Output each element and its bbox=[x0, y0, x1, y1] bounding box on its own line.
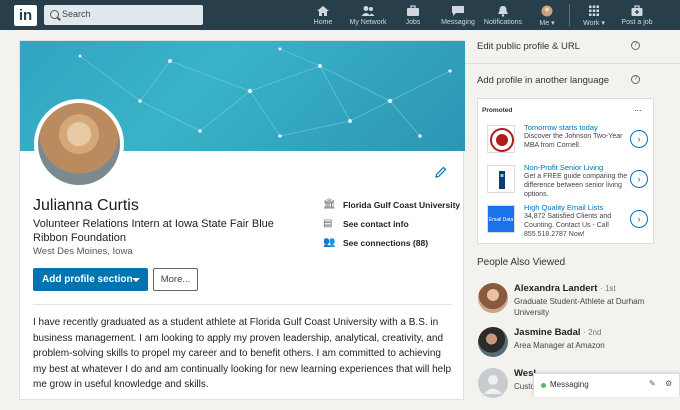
people-icon: 👥 bbox=[323, 237, 336, 248]
nav-divider bbox=[569, 4, 570, 26]
nav-jobs[interactable]: Jobs bbox=[400, 0, 426, 30]
promoted-more-button[interactable]: ... bbox=[634, 103, 642, 113]
ad-item[interactable]: Non-Profit Senior Living Get a FREE guid… bbox=[487, 163, 652, 199]
nav-me[interactable]: Me ▾ bbox=[536, 0, 558, 30]
nav-messaging-label: Messaging bbox=[441, 19, 475, 26]
compose-icon[interactable]: ✎ bbox=[649, 379, 656, 388]
building-icon bbox=[499, 171, 505, 189]
network-icon bbox=[361, 6, 375, 16]
nav-messaging[interactable]: Messaging bbox=[438, 0, 478, 30]
ad-body: Discover the Johnson Two-Year MBA from C… bbox=[524, 133, 623, 149]
school-link[interactable]: 🏛 Florida Gulf Coast University bbox=[323, 199, 460, 218]
messaging-label: Messaging bbox=[550, 380, 589, 389]
nav-home-label: Home bbox=[313, 19, 333, 26]
caret-down-icon bbox=[132, 278, 140, 282]
search-icon bbox=[50, 10, 59, 19]
global-nav: in Search Home My Network Jobs Messaging… bbox=[0, 0, 680, 30]
linkedin-logo[interactable]: in bbox=[14, 5, 37, 26]
nav-work[interactable]: Work ▾ bbox=[581, 0, 607, 30]
pencil-icon bbox=[435, 166, 447, 178]
profile-summary: I have recently graduated as a student a… bbox=[33, 317, 452, 390]
messaging-bar[interactable]: Messaging ✎ ⚙ bbox=[533, 373, 680, 397]
edit-public-profile-link[interactable]: Edit public profile & URL bbox=[477, 41, 580, 52]
search-placeholder: Search bbox=[62, 9, 91, 19]
nav-me-label: Me ▾ bbox=[539, 20, 555, 27]
chevron-right-icon[interactable]: › bbox=[630, 170, 648, 188]
nav-home[interactable]: Home bbox=[308, 0, 338, 30]
nav-post-job[interactable]: Post a job bbox=[616, 0, 658, 30]
edit-pencil-icon[interactable] bbox=[435, 166, 447, 178]
list-item[interactable]: Alexandra Landert · 1st Graduate Student… bbox=[477, 283, 677, 325]
chevron-right-icon[interactable]: › bbox=[630, 210, 648, 228]
chevron-right-icon[interactable]: › bbox=[630, 130, 648, 148]
people-also-viewed-title: People Also Viewed bbox=[477, 257, 566, 268]
profile-side-info: 🏛 Florida Gulf Coast University ▤ See co… bbox=[323, 199, 460, 256]
ad-body: Get a FREE guide comparing the differenc… bbox=[524, 173, 628, 198]
nav-notifications-label: Notifications bbox=[483, 19, 523, 26]
chevron-down-icon: ▾ bbox=[551, 20, 555, 27]
senior-living-logo bbox=[487, 165, 515, 193]
nav-jobs-label: Jobs bbox=[405, 19, 421, 26]
briefcase-icon bbox=[407, 5, 419, 16]
grid-icon bbox=[589, 5, 599, 16]
profile-headline: Volunteer Relations Intern at Iowa State… bbox=[33, 218, 274, 244]
email-lists-logo: Email Data bbox=[487, 205, 515, 233]
person-headline: Area Manager at Amazon bbox=[514, 341, 605, 350]
avatar bbox=[478, 327, 508, 357]
nav-network[interactable]: My Network bbox=[346, 0, 390, 30]
gear-icon[interactable]: ⚙ bbox=[665, 379, 672, 388]
avatar bbox=[478, 283, 508, 313]
add-language-profile-link[interactable]: Add profile in another language bbox=[477, 75, 609, 86]
nav-network-label: My Network bbox=[349, 19, 387, 26]
avatar-icon bbox=[541, 5, 553, 17]
add-profile-section-button[interactable]: Add profile section bbox=[33, 268, 148, 291]
person-name: Jasmine Badal · 2nd bbox=[514, 327, 602, 338]
connections-link[interactable]: 👥 See connections (88) bbox=[323, 237, 460, 256]
nav-post-job-label: Post a job bbox=[621, 19, 653, 26]
profile-location: West Des Moines, Iowa bbox=[33, 246, 133, 257]
briefcase-plus-icon bbox=[631, 5, 643, 16]
main-content: Julianna Curtis Volunteer Relations Inte… bbox=[0, 30, 680, 400]
promoted-box: Promoted ... Tomorrow starts today Disco… bbox=[477, 98, 654, 244]
ad-item[interactable]: Tomorrow starts today Discover the Johns… bbox=[487, 123, 652, 159]
chevron-down-icon: ▾ bbox=[601, 20, 605, 27]
contact-info-link[interactable]: ▤ See contact info bbox=[323, 218, 460, 237]
seal-icon bbox=[490, 128, 514, 152]
ad-title: Tomorrow starts today bbox=[524, 123, 598, 132]
ad-title: Non-Profit Senior Living bbox=[524, 163, 604, 172]
nav-work-label: Work ▾ bbox=[583, 20, 605, 27]
profile-name: Julianna Curtis bbox=[33, 197, 139, 214]
ad-item[interactable]: Email Data High Quality Email Lists 34,8… bbox=[487, 203, 652, 239]
help-icon[interactable]: ? bbox=[631, 75, 640, 84]
bell-icon bbox=[498, 6, 508, 17]
school-icon: 🏛 bbox=[323, 199, 336, 210]
cornell-logo bbox=[487, 125, 515, 153]
help-icon[interactable]: ? bbox=[631, 41, 640, 50]
ad-body: 34,872 Satisfied Clients and Counting. C… bbox=[524, 213, 612, 238]
contact-card-icon: ▤ bbox=[323, 218, 333, 229]
list-item[interactable]: Jasmine Badal · 2nd Area Manager at Amaz… bbox=[477, 327, 677, 369]
divider bbox=[33, 304, 452, 305]
online-status-icon bbox=[541, 383, 546, 388]
search-input[interactable]: Search bbox=[44, 5, 203, 25]
more-button[interactable]: More... bbox=[153, 268, 198, 291]
person-headline: Graduate Student-Athlete at Durham Unive… bbox=[514, 297, 645, 317]
profile-photo[interactable] bbox=[34, 99, 124, 189]
profile-card: Julianna Curtis Volunteer Relations Inte… bbox=[19, 40, 465, 400]
promoted-label: Promoted bbox=[482, 107, 513, 114]
person-name: Alexandra Landert · 1st bbox=[514, 283, 616, 294]
nav-notifications[interactable]: Notifications bbox=[480, 0, 526, 30]
rail-divider bbox=[465, 63, 680, 64]
home-icon bbox=[317, 6, 329, 16]
ad-title: High Quality Email Lists bbox=[524, 203, 604, 212]
chat-icon bbox=[452, 6, 464, 16]
